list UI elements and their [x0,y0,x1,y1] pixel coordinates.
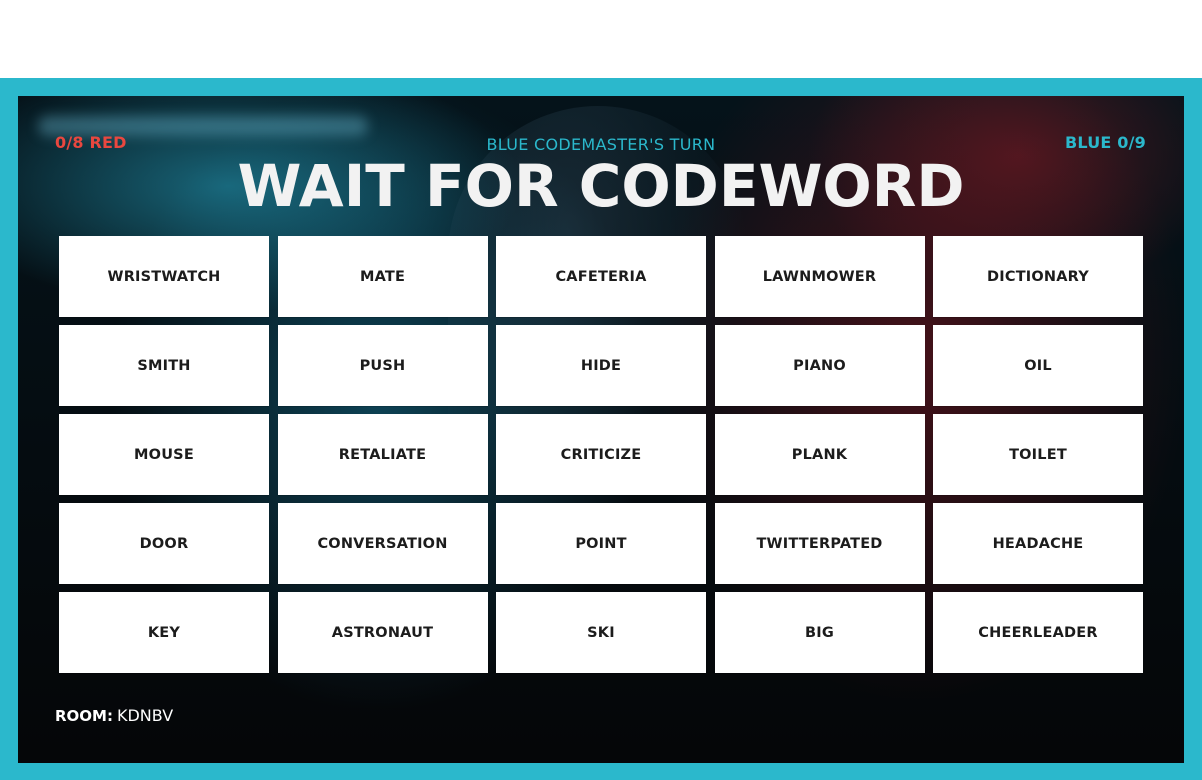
room-code: KDNBV [116,706,174,725]
word-card[interactable]: ASTRONAUT [277,592,488,673]
word-card-label: PLANK [791,446,848,463]
word-card-label: CHEERLEADER [978,624,1098,641]
word-card-label: CAFETERIA [555,268,647,285]
word-card-label: DOOR [139,535,189,552]
word-card-label: POINT [575,535,627,552]
word-card[interactable]: DICTIONARY [933,236,1143,317]
word-card[interactable]: CAFETERIA [496,236,706,317]
word-card[interactable]: CRITICIZE [496,414,706,495]
word-card[interactable]: CHEERLEADER [933,592,1143,673]
word-card-label: ASTRONAUT [331,624,434,641]
word-card[interactable]: TWITTERPATED [714,503,925,584]
word-card[interactable]: OIL [933,325,1143,406]
word-card-label: MATE [359,268,406,285]
word-card[interactable]: KEY [59,592,269,673]
word-card[interactable]: HIDE [496,325,706,406]
word-card[interactable]: RETALIATE [277,414,488,495]
word-card-label: CRITICIZE [560,446,642,463]
word-card[interactable]: MOUSE [59,414,269,495]
word-card-label: PIANO [793,357,846,374]
word-card[interactable]: TOILET [933,414,1143,495]
word-card-label: RETALIATE [338,446,427,463]
word-card[interactable]: PLANK [714,414,925,495]
word-card-label: DICTIONARY [987,268,1089,285]
word-card[interactable]: CONVERSATION [277,503,488,584]
word-card-label: OIL [1024,357,1052,374]
word-card[interactable]: SMITH [59,325,269,406]
word-card-label: LAWNMOWER [762,268,877,285]
word-card[interactable]: DOOR [59,503,269,584]
word-card-label: BIG [805,624,834,641]
word-card[interactable]: HEADACHE [933,503,1143,584]
word-card-label: WRISTWATCH [107,268,221,285]
word-card-label: HIDE [580,357,622,374]
word-card[interactable]: POINT [496,503,706,584]
word-card[interactable]: PUSH [277,325,488,406]
word-card[interactable]: LAWNMOWER [714,236,925,317]
word-card-label: TWITTERPATED [756,535,883,552]
word-card-label: SKI [587,624,615,641]
word-card-label: HEADACHE [992,535,1084,552]
word-card-label: KEY [147,624,181,641]
word-card-label: MOUSE [134,446,194,463]
word-card[interactable]: MATE [277,236,488,317]
page-title: WAIT FOR CODEWORD [237,152,965,220]
card-grid: WRISTWATCH MATE CAFETERIA LAWNMOWER DICT… [59,236,1143,673]
word-card[interactable]: PIANO [714,325,925,406]
room-info: ROOM: KDNBV [55,706,173,725]
room-label: ROOM: [55,707,113,725]
word-card-label: CONVERSATION [317,535,448,552]
word-card[interactable]: WRISTWATCH [59,236,269,317]
word-card-label: SMITH [137,357,191,374]
word-card[interactable]: BIG [714,592,925,673]
word-card-label: PUSH [359,357,406,374]
word-card-label: TOILET [1009,446,1067,463]
word-card[interactable]: SKI [496,592,706,673]
